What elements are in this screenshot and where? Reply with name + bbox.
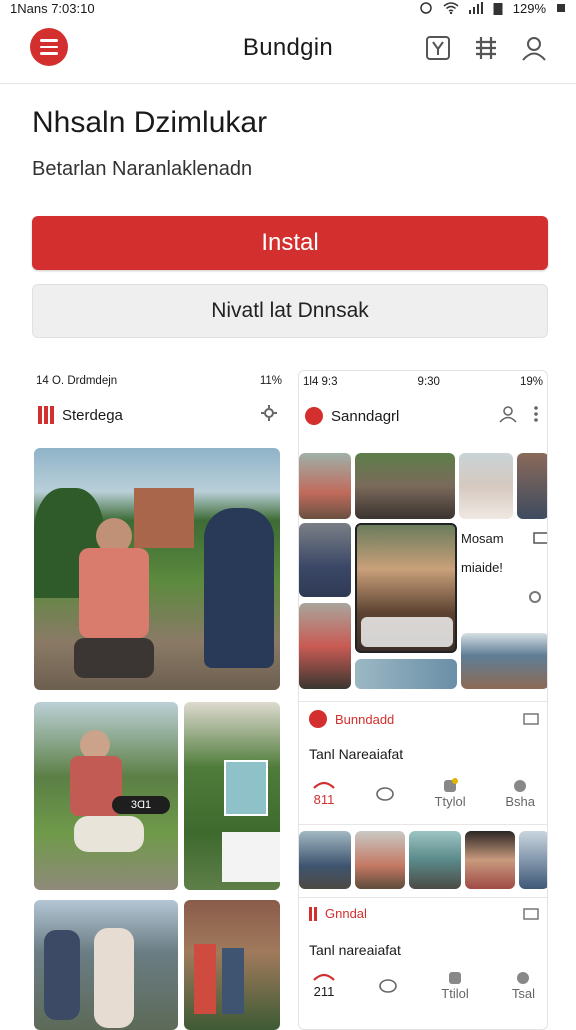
mini-status-right: 11% bbox=[259, 375, 282, 387]
post-author: Bunndadd bbox=[335, 711, 395, 727]
top-app-bar: Bundgin bbox=[0, 16, 576, 84]
post-text: Tanl nareaiafat bbox=[309, 942, 401, 958]
app-heading: Nhsaln Dzimlukar bbox=[32, 106, 268, 139]
grid-icon bbox=[476, 37, 496, 59]
strip-photo[interactable] bbox=[409, 831, 461, 889]
side-card[interactable]: Mosam miaide! bbox=[461, 531, 547, 631]
house-roof bbox=[134, 488, 194, 548]
signal-icon bbox=[468, 2, 483, 14]
person-shirt bbox=[79, 548, 149, 638]
app-subtitle: Betarlan Naranlaklenadn bbox=[32, 158, 253, 180]
mini-status-left: 1l4 9:3 bbox=[303, 376, 338, 388]
side-card-title: Mosam bbox=[461, 531, 504, 546]
person-center bbox=[94, 928, 134, 1028]
person-legs bbox=[74, 638, 154, 678]
mini-app-name: Sanndagrl bbox=[331, 407, 400, 425]
phone-icon bbox=[313, 781, 335, 789]
app-logo-icon bbox=[305, 407, 323, 425]
strip-photo[interactable] bbox=[299, 831, 351, 889]
post-stat-label: Ttylol bbox=[434, 794, 466, 809]
strip-photo[interactable] bbox=[519, 831, 547, 889]
person-red bbox=[194, 944, 216, 1014]
white-sign bbox=[222, 832, 280, 882]
user-icon bbox=[499, 406, 517, 423]
filter-button[interactable] bbox=[424, 34, 452, 62]
preview-screenshot-1[interactable]: 14 O. Drdmdejn 11% Sterdega 3Ɑ1 bbox=[32, 370, 286, 1030]
author-avatar bbox=[309, 710, 327, 728]
app-logo-icon bbox=[38, 406, 54, 424]
badge-icon bbox=[449, 972, 461, 984]
phone-icon bbox=[313, 973, 335, 981]
notification-icon bbox=[557, 4, 565, 12]
strip-photo[interactable] bbox=[355, 831, 405, 889]
mini-status-right: 19% bbox=[519, 376, 543, 388]
profile-button[interactable] bbox=[520, 34, 548, 62]
grid-photo[interactable] bbox=[459, 453, 513, 519]
settings-icon bbox=[261, 405, 277, 421]
y-square-icon bbox=[426, 36, 450, 60]
post-card-1[interactable]: Bunndadd Tanl Nareaiafat 811 Ttylol Bsha bbox=[299, 701, 547, 825]
post-card-2[interactable]: Gnndal Tanl nareaiafat 211 Ttilol Tsal bbox=[299, 897, 547, 1017]
mini-status-bar: 1l4 9:3 9:30 19% bbox=[299, 371, 547, 393]
featured-video[interactable] bbox=[355, 523, 457, 653]
mini-status-bar: 14 O. Drdmdejn 11% bbox=[32, 370, 286, 392]
post-stat-share: Bsha bbox=[505, 794, 535, 809]
post-stat-share: Tsal bbox=[511, 986, 535, 1001]
post-text: Tanl Nareaiafat bbox=[309, 746, 404, 762]
battery-icon bbox=[493, 2, 503, 15]
secondary-action-button[interactable]: Nivatl lat Dnnsak bbox=[32, 284, 548, 338]
post-stat-likes: 211 bbox=[313, 984, 335, 999]
person-blue bbox=[222, 948, 244, 1014]
share-icon[interactable] bbox=[515, 970, 531, 986]
grid-button[interactable] bbox=[472, 34, 500, 62]
grid-photo[interactable] bbox=[355, 659, 457, 689]
bookmark-icon bbox=[523, 907, 539, 920]
author-avatar bbox=[309, 906, 317, 921]
person-hooded bbox=[204, 508, 274, 668]
share-icon[interactable] bbox=[512, 778, 528, 794]
photo-village[interactable] bbox=[184, 900, 280, 1030]
bookmark-icon bbox=[523, 713, 539, 725]
person-left bbox=[44, 930, 80, 1020]
chat-icon bbox=[533, 531, 547, 544]
mini-status-mid: 9:30 bbox=[417, 376, 440, 388]
status-time: 1Nans 7:03:10 bbox=[10, 0, 95, 16]
comment-icon[interactable] bbox=[375, 786, 395, 802]
photo-garden[interactable] bbox=[34, 448, 280, 690]
post-stat-likes: 811 bbox=[313, 792, 335, 807]
grid-photo[interactable] bbox=[299, 523, 351, 597]
grid-photo[interactable] bbox=[517, 453, 547, 519]
grid-photo[interactable] bbox=[299, 603, 351, 689]
strip-photo[interactable] bbox=[465, 831, 515, 889]
mini-status-left: 14 O. Drdmdejn bbox=[36, 375, 118, 387]
status-bar: 1Nans 7:03:10 129% bbox=[0, 0, 576, 16]
loading-icon bbox=[529, 591, 541, 603]
wifi-icon bbox=[443, 2, 459, 14]
install-button[interactable]: Instal bbox=[32, 216, 548, 270]
post-author: Gnndal bbox=[325, 906, 367, 921]
badge-icon bbox=[444, 778, 459, 792]
person-legs bbox=[74, 816, 144, 852]
grid-photo[interactable] bbox=[299, 453, 351, 519]
comment-icon[interactable] bbox=[378, 978, 398, 994]
more-icon bbox=[534, 406, 538, 422]
mini-app-name: Sterdega bbox=[62, 406, 123, 424]
photo-plants[interactable] bbox=[184, 702, 280, 890]
user-icon bbox=[522, 37, 546, 61]
hanging-photo bbox=[224, 760, 268, 816]
video-controls[interactable] bbox=[361, 617, 453, 647]
post-stat-label: Ttilol bbox=[441, 986, 469, 1001]
mini-app-header: Sterdega bbox=[32, 392, 286, 438]
mini-app-header: Sanndagrl bbox=[299, 393, 547, 439]
photo-group[interactable] bbox=[34, 900, 178, 1030]
photo-badge: 3Ɑ1 bbox=[112, 796, 170, 814]
photo-sitting[interactable]: 3Ɑ1 bbox=[34, 702, 178, 890]
alarm-icon bbox=[420, 2, 432, 14]
grid-photo[interactable] bbox=[461, 633, 547, 689]
battery-level: 129% bbox=[512, 0, 546, 16]
preview-screenshot-2[interactable]: 1l4 9:3 9:30 19% Sanndagrl Mosam miaide! bbox=[298, 370, 548, 1030]
side-card-text: miaide! bbox=[461, 560, 503, 575]
grid-photo[interactable] bbox=[355, 453, 455, 519]
